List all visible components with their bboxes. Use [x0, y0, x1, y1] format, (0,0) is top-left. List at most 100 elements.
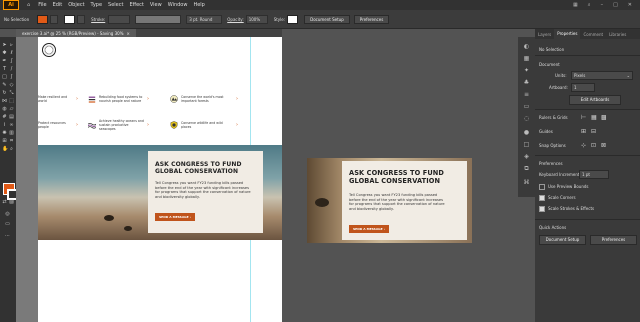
snap-glyph-icon[interactable]: ⊠ [601, 142, 606, 149]
scale-strokes-checkbox[interactable]: Scale Strokes & Effects [539, 206, 594, 212]
snap-point-icon[interactable]: ⊹ [581, 142, 586, 149]
maximize-icon[interactable]: □ [613, 2, 618, 8]
checkbox-icon[interactable] [539, 184, 545, 190]
lock-guides-icon[interactable]: ⊟ [591, 128, 596, 135]
swatches-icon[interactable]: ▦ [523, 55, 530, 62]
fill-swatch[interactable] [37, 14, 49, 24]
gradient-tool-icon[interactable]: ▤ [9, 115, 14, 120]
preferences-button[interactable]: Preferences [590, 235, 637, 245]
ruler-icon[interactable]: ⊢ [581, 114, 586, 121]
send-message-button[interactable]: SEND A MESSAGE › [155, 213, 195, 221]
slice-tool-icon[interactable]: ⌗ [9, 139, 14, 144]
layers-panel-icon[interactable]: ◈ [523, 153, 530, 160]
mesh-tool-icon[interactable]: # [2, 115, 7, 120]
perspective-grid-icon[interactable]: ▱ [9, 107, 14, 112]
feature-item[interactable]: Conserve the world's most important fore… [170, 89, 250, 109]
keyboard-increment-field[interactable]: 1 pt [579, 170, 609, 179]
menu-file[interactable]: File [38, 2, 46, 8]
grid-icon[interactable]: ▦ [591, 114, 597, 121]
preferences-button[interactable]: Preferences [353, 14, 390, 24]
artboard-tool-icon[interactable]: ⊞ [2, 139, 7, 144]
scale-corners-checkbox[interactable]: Scale Corners [539, 195, 576, 201]
symbol-sprayer-icon[interactable]: ✺ [2, 131, 7, 136]
fill-dropdown[interactable] [50, 14, 59, 24]
units-select[interactable]: Pixels ⌄ [571, 71, 633, 80]
menu-view[interactable]: View [150, 2, 162, 8]
zoom-tool-icon[interactable]: ⌕ [9, 147, 14, 152]
edit-artboards-button[interactable]: Edit Artboards [569, 95, 621, 105]
close-icon[interactable]: ✕ [628, 2, 632, 8]
document-setup-button[interactable]: Document Setup [304, 14, 350, 24]
stroke-weight-field[interactable] [108, 14, 131, 24]
menu-select[interactable]: Select [108, 2, 123, 8]
document-tab[interactable]: exercise 3.ai* @ 25 % (RGB/Preview) - Sa… [16, 29, 136, 37]
paintbrush-tool-icon[interactable]: ʃ [9, 75, 14, 80]
hand-tool-icon[interactable]: ✋ [2, 147, 8, 152]
lasso-tool-icon[interactable]: ℓ [9, 51, 14, 56]
canvas-right[interactable]: ASK CONGRESS TO FUND GLOBAL CONSERVATION… [282, 37, 535, 322]
symbols-icon[interactable]: ♣ [523, 79, 530, 86]
pixel-grid-icon[interactable]: ▩ [601, 114, 607, 121]
type-tool-icon[interactable]: T [2, 67, 7, 72]
pencil-tool-icon[interactable]: ✎ [2, 83, 7, 88]
style-swatch[interactable] [287, 14, 299, 24]
menu-type[interactable]: Type [91, 2, 102, 8]
close-tab-icon[interactable]: × [127, 31, 130, 36]
document-setup-button[interactable]: Document Setup [539, 235, 586, 245]
free-transform-icon[interactable]: ⬚ [9, 99, 14, 104]
eraser-tool-icon[interactable]: ◇ [9, 83, 14, 88]
scale-tool-icon[interactable]: ⤡ [9, 91, 14, 96]
menu-window[interactable]: Window [168, 2, 188, 8]
selection-tool-icon[interactable]: ➤ [2, 43, 7, 48]
tab-properties[interactable]: Properties [554, 29, 581, 39]
artboard-select[interactable]: 1 [571, 83, 595, 92]
gradient-panel-icon[interactable]: ▭ [523, 103, 530, 110]
eyedropper-icon[interactable]: ⅰ [2, 123, 7, 128]
tab-libraries[interactable]: Libraries [606, 32, 629, 37]
screen-mode-icon[interactable]: ▭ [5, 222, 10, 227]
shape-builder-icon[interactable]: ◍ [2, 107, 7, 112]
opacity-field[interactable]: 100% [245, 14, 268, 24]
feature-item[interactable]: Make resilient and world › [38, 89, 78, 109]
graph-tool-icon[interactable]: ▥ [9, 131, 14, 136]
variable-width-field[interactable] [135, 14, 182, 24]
workspace-icon[interactable]: ▦ [573, 2, 578, 8]
pen-tool-icon[interactable]: ✒ [2, 59, 7, 64]
stroke-panel-icon[interactable]: ≡ [523, 91, 530, 98]
color-mode-icon[interactable]: ▨ [9, 200, 14, 205]
graphic-styles-icon[interactable]: □ [523, 141, 530, 148]
swap-colors-icon[interactable]: ⇄ [2, 200, 7, 205]
canvas-left[interactable]: Make resilient and world › Rebuilding foo… [16, 37, 282, 322]
menu-object[interactable]: Object [68, 2, 84, 8]
feature-item[interactable]: Protect resources people › [38, 115, 78, 135]
brush-definition[interactable]: 3 pt. Round [186, 14, 223, 24]
transparency-icon[interactable]: ◌ [523, 115, 530, 122]
draw-mode-icon[interactable]: ◎ [5, 212, 10, 217]
stroke-dropdown[interactable] [77, 14, 86, 24]
brushes-icon[interactable]: ✦ [523, 67, 530, 74]
edit-toolbar-icon[interactable]: ⋯ [5, 234, 10, 239]
menu-help[interactable]: Help [193, 2, 204, 8]
rotate-tool-icon[interactable]: ↻ [2, 91, 7, 96]
color-panel-icon[interactable]: ◐ [523, 43, 530, 50]
feature-item[interactable]: Rebuilding food systems to nourish peopl… [88, 89, 163, 109]
feature-item[interactable]: Conserve wildlife and wild places › [170, 115, 250, 135]
snap-pixel-icon[interactable]: ⊡ [591, 142, 596, 149]
search-icon[interactable]: ⌕ [588, 2, 591, 8]
direct-selection-tool-icon[interactable]: ▹ [9, 43, 14, 48]
stroke-label[interactable]: Stroke: [91, 17, 105, 22]
width-tool-icon[interactable]: ⋈ [2, 99, 7, 104]
checkbox-checked-icon[interactable] [539, 206, 545, 212]
checkbox-checked-icon[interactable] [539, 195, 545, 201]
line-tool-icon[interactable]: / [9, 67, 14, 72]
opacity-label[interactable]: Opacity: [227, 17, 243, 22]
home-icon[interactable]: ⌂ [27, 2, 30, 8]
tab-layers[interactable]: Layers [535, 32, 554, 37]
links-icon[interactable]: ⌘ [523, 179, 530, 186]
show-guides-icon[interactable]: ⊞ [581, 128, 586, 135]
rectangle-tool-icon[interactable]: □ [2, 75, 7, 80]
menu-edit[interactable]: Edit [53, 2, 63, 8]
menu-effect[interactable]: Effect [129, 2, 143, 8]
magic-wand-icon[interactable]: ✱ [2, 51, 7, 56]
appearance-icon[interactable]: ● [523, 129, 530, 136]
